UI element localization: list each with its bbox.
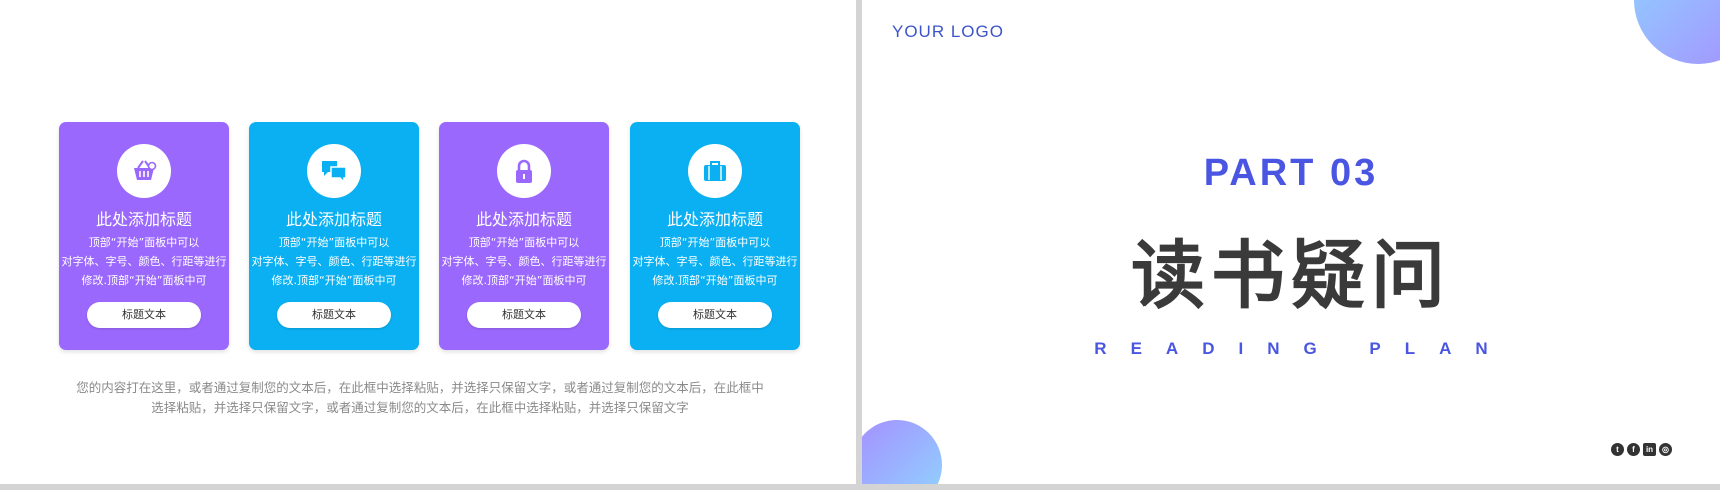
lock-icon — [516, 159, 532, 183]
icon-badge — [307, 144, 361, 198]
briefcase-icon — [704, 161, 726, 181]
card-desc-line: 修改.顶部“开始”面板中可 — [271, 274, 397, 287]
decorative-circle — [1634, 0, 1720, 64]
chat-bubbles-icon — [322, 161, 347, 184]
icon-badge — [497, 144, 551, 198]
card-desc-line: 对字体、字号、颜色、行距等进行 — [251, 255, 417, 268]
social-links: t f in ◎ — [1611, 443, 1672, 456]
card-desc-line: 对字体、字号、颜色、行距等进行 — [441, 255, 607, 268]
icon-badge — [688, 144, 742, 198]
card-desc-line: 对字体、字号、颜色、行距等进行 — [61, 255, 227, 268]
card-desc-line: 修改.顶部“开始”面板中可 — [652, 274, 778, 287]
card-desc-line: 对字体、字号、颜色、行距等进行 — [632, 255, 798, 268]
card-desc-line: 修改.顶部“开始”面板中可 — [461, 274, 587, 287]
card-title: 此处添加标题 — [666, 210, 763, 229]
card-description: 顶部“开始”面板中可以 对字体、字号、颜色、行距等进行 修改.顶部“开始”面板中… — [59, 233, 229, 290]
card-title: 此处添加标题 — [475, 210, 572, 229]
card-desc-line: 顶部“开始”面板中可以 — [278, 236, 390, 249]
body-text-line: 选择粘贴，并选择只保留文字，或者通过复制您的文本后，在此框中选择粘贴，并选择只保… — [151, 400, 689, 415]
card-desc-line: 修改.顶部“开始”面板中可 — [81, 274, 207, 287]
body-text-line: 您的内容打在这里，或者通过复制您的文本后，在此框中选择粘贴，并选择只保留文字，或… — [76, 380, 764, 395]
decorative-circle — [862, 420, 942, 484]
card-title: 此处添加标题 — [95, 210, 192, 229]
slide-right: YOUR LOGO PART 03 读书疑问 READING PLAN t f … — [862, 0, 1720, 484]
card-desc-line: 顶部“开始”面板中可以 — [659, 236, 771, 249]
logo-text: YOUR LOGO — [892, 22, 1004, 41]
card-description: 顶部“开始”面板中可以 对字体、字号、颜色、行距等进行 修改.顶部“开始”面板中… — [249, 233, 419, 290]
slide-left: 此处添加标题 顶部“开始”面板中可以 对字体、字号、颜色、行距等进行 修改.顶部… — [0, 0, 856, 484]
card-button[interactable]: 标题文本 — [467, 302, 581, 328]
card-title: 此处添加标题 — [285, 210, 382, 229]
card-description: 顶部“开始”面板中可以 对字体、字号、颜色、行距等进行 修改.顶部“开始”面板中… — [630, 233, 800, 290]
icon-badge — [117, 144, 171, 198]
twitter-icon[interactable]: t — [1611, 443, 1624, 456]
feature-card-1: 此处添加标题 顶部“开始”面板中可以 对字体、字号、颜色、行距等进行 修改.顶部… — [59, 122, 229, 350]
card-button[interactable]: 标题文本 — [658, 302, 772, 328]
section-title: 读书疑问 — [1131, 233, 1451, 319]
feature-card-4: 此处添加标题 顶部“开始”面板中可以 对字体、字号、颜色、行距等进行 修改.顶部… — [630, 122, 800, 350]
card-button[interactable]: 标题文本 — [87, 302, 201, 328]
feature-card-3: 此处添加标题 顶部“开始”面板中可以 对字体、字号、颜色、行距等进行 修改.顶部… — [439, 122, 609, 350]
shopping-basket-icon — [134, 160, 157, 180]
card-description: 顶部“开始”面板中可以 对字体、字号、颜色、行距等进行 修改.顶部“开始”面板中… — [439, 233, 609, 290]
card-button[interactable]: 标题文本 — [277, 302, 391, 328]
feature-card-2: 此处添加标题 顶部“开始”面板中可以 对字体、字号、颜色、行距等进行 修改.顶部… — [249, 122, 419, 350]
body-text: 您的内容打在这里，或者通过复制您的文本后，在此框中选择粘贴，并选择只保留文字，或… — [60, 378, 780, 418]
instagram-icon[interactable]: ◎ — [1659, 443, 1672, 456]
section-subtitle: READING PLAN — [1094, 339, 1512, 358]
linkedin-icon[interactable]: in — [1643, 443, 1656, 456]
card-desc-line: 顶部“开始”面板中可以 — [88, 236, 200, 249]
facebook-icon[interactable]: f — [1627, 443, 1640, 456]
card-desc-line: 顶部“开始”面板中可以 — [468, 236, 580, 249]
part-number: PART 03 — [1203, 152, 1379, 194]
